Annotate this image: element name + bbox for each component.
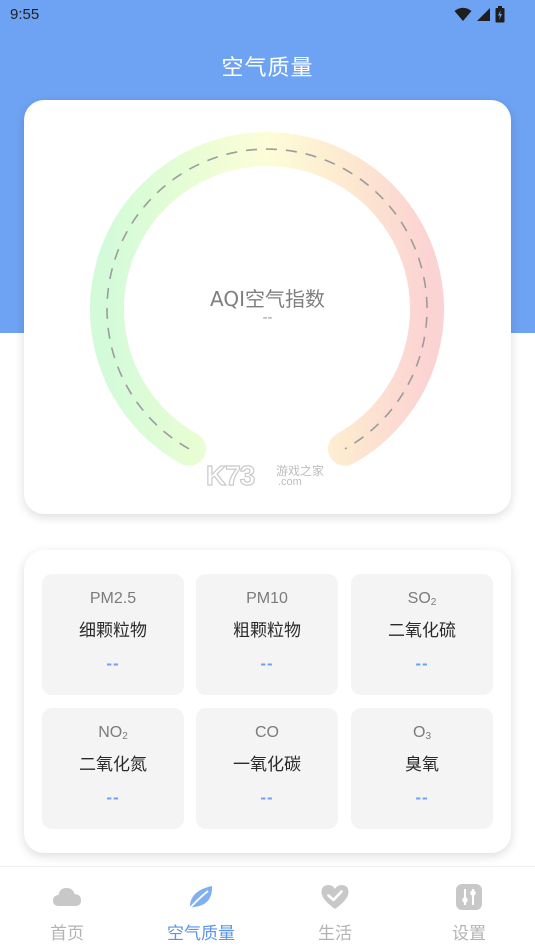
pollutant-name: 细颗粒物 <box>79 621 147 641</box>
page-title: 空气质量 <box>221 56 314 81</box>
pollutant-value: -- <box>415 654 429 673</box>
battery-icon <box>495 6 505 23</box>
pollutant-tile-no2[interactable]: NO2 二氧化氮 -- <box>42 708 184 829</box>
sliders-icon <box>456 884 482 910</box>
pollutant-name: 二氧化硫 <box>388 621 456 641</box>
nav-label: 生活 <box>318 924 352 944</box>
nav-item-settings[interactable]: 设置 <box>402 867 535 951</box>
status-icons <box>454 6 505 23</box>
nav-label: 首页 <box>50 924 84 944</box>
pollutant-tile-pm10[interactable]: PM10 粗颗粒物 -- <box>196 574 338 695</box>
pollutant-name: 二氧化氮 <box>79 755 147 775</box>
watermark-brand: K73 <box>205 459 256 491</box>
watermark-logo: K73 游戏之家 .com <box>204 459 334 491</box>
nav-label: 设置 <box>452 924 486 944</box>
pollutant-code: NO2 <box>98 724 128 742</box>
pollutant-code: SO2 <box>407 590 437 608</box>
pollutant-value: -- <box>106 788 120 807</box>
pollutant-value: -- <box>260 788 274 807</box>
pollutant-tile-o3[interactable]: O3 臭氧 -- <box>351 708 493 829</box>
pollutant-value: -- <box>415 788 429 807</box>
nav-item-home[interactable]: 首页 <box>0 867 134 951</box>
nav-label: 空气质量 <box>167 924 235 944</box>
pollutant-tile-pm25[interactable]: PM2.5 细颗粒物 -- <box>42 574 184 695</box>
pollutant-value: -- <box>260 654 274 673</box>
pollutant-name: 一氧化碳 <box>233 755 301 775</box>
pollutant-card: PM2.5 细颗粒物 -- PM10 粗颗粒物 -- SO2 二氧化硫 -- N… <box>24 550 511 853</box>
cloud-icon <box>53 888 81 906</box>
wifi-icon <box>454 7 472 21</box>
signal-icon <box>477 8 490 21</box>
aqi-gauge-card: AQI空气指数 -- K73 游戏之家 .com <box>24 100 511 514</box>
aqi-value: -- <box>262 310 273 326</box>
watermark-domain: .com <box>278 476 302 488</box>
pollutant-code: CO <box>255 724 279 741</box>
pollutant-code: O3 <box>412 724 431 742</box>
nav-item-air-quality[interactable]: 空气质量 <box>134 867 268 951</box>
aqi-label: AQI空气指数 <box>210 287 325 311</box>
pollutant-tile-so2[interactable]: SO2 二氧化硫 -- <box>351 574 493 695</box>
pollutant-name: 粗颗粒物 <box>233 621 301 641</box>
pollutant-code: PM2.5 <box>89 590 137 607</box>
nav-item-life[interactable]: 生活 <box>268 867 402 951</box>
bottom-nav: 首页 空气质量 生活 设置 <box>0 866 535 951</box>
status-bar: 9:55 <box>0 0 535 30</box>
pollutant-value: -- <box>106 654 120 673</box>
status-time: 9:55 <box>10 6 40 23</box>
leaf-icon <box>189 886 213 909</box>
pollutant-tile-co[interactable]: CO 一氧化碳 -- <box>196 708 338 829</box>
heart-check-icon <box>321 885 349 909</box>
pollutant-name: 臭氧 <box>405 755 439 775</box>
pollutant-code: PM10 <box>246 590 288 607</box>
